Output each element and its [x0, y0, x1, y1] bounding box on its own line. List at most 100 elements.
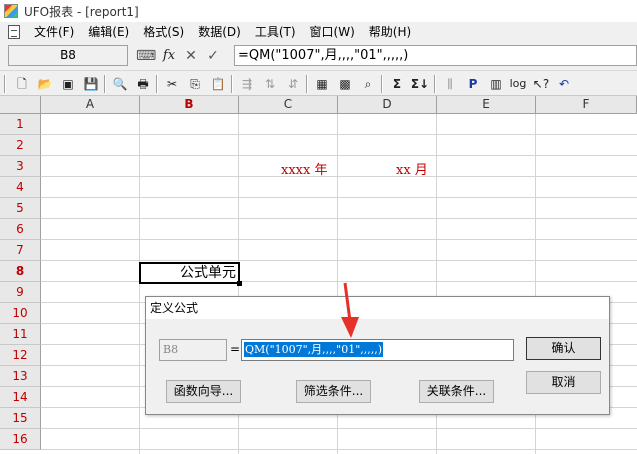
formula-bar: B8 ⌨ fx ✕ ✓ =QM("1007",月,,,,"01",,,,,) — [0, 43, 637, 69]
title-bar: UFO报表 - [report1] — [0, 0, 637, 22]
row-header[interactable]: 3 — [0, 156, 41, 177]
row-header[interactable]: 7 — [0, 240, 41, 261]
column-header-c[interactable]: C — [239, 96, 338, 114]
function-wizard-button[interactable]: 函数向导... — [166, 380, 241, 403]
undo-icon[interactable]: ↶ — [554, 74, 574, 94]
new-file-icon[interactable]: 🗋 — [12, 74, 32, 94]
grid-line — [41, 260, 637, 261]
cell-b8-selected[interactable]: 公式单元 — [139, 262, 242, 286]
relation-condition-button[interactable]: 关联条件... — [419, 380, 494, 403]
row-header[interactable]: 4 — [0, 177, 41, 198]
toolbar-separator — [381, 75, 383, 93]
column-header-b[interactable]: B — [140, 96, 239, 114]
save-icon[interactable]: 💾 — [81, 74, 101, 94]
p-icon[interactable]: P — [463, 74, 483, 94]
menu-bar: 文件(F) 编辑(E) 格式(S) 数据(D) 工具(T) 窗口(W) 帮助(H… — [0, 22, 637, 42]
sort-asc-icon[interactable]: ⇅ — [260, 74, 280, 94]
toolbar-separator — [104, 75, 106, 93]
print-preview-icon[interactable]: 🔍 — [110, 74, 130, 94]
grid-line — [41, 239, 637, 240]
menu-file[interactable]: 文件(F) — [27, 22, 81, 42]
grid-line — [41, 218, 637, 219]
equals-sign: = — [230, 342, 241, 356]
grid-line — [41, 197, 637, 198]
menu-window[interactable]: 窗口(W) — [303, 22, 362, 42]
app-icon — [4, 4, 18, 18]
row-header[interactable]: 8 — [0, 261, 41, 282]
grid-line — [41, 428, 637, 429]
dialog-cell-reference: B8 — [159, 339, 227, 361]
sort-desc-icon[interactable]: ⇵ — [283, 74, 303, 94]
fill-handle[interactable] — [237, 281, 242, 286]
toolbar-separator — [4, 75, 6, 93]
cut-icon[interactable]: ✂ — [162, 74, 182, 94]
open-icon[interactable]: ▣ — [58, 74, 78, 94]
formula-input[interactable]: =QM("1007",月,,,,"01",,,,,) — [234, 45, 637, 66]
row-header[interactable]: 15 — [0, 408, 41, 429]
row-header[interactable]: 6 — [0, 219, 41, 240]
column-header-f[interactable]: F — [536, 96, 637, 114]
paste-icon[interactable]: 📋 — [208, 74, 228, 94]
cell-reference-box[interactable]: B8 — [8, 45, 128, 66]
sum-icon[interactable]: Σ — [387, 74, 407, 94]
row-header[interactable]: 1 — [0, 114, 41, 135]
bars-icon[interactable]: ▥ — [486, 74, 506, 94]
menu-format[interactable]: 格式(S) — [136, 22, 191, 42]
row-header[interactable]: 16 — [0, 429, 41, 450]
column-header-a[interactable]: A — [41, 96, 140, 114]
print-icon[interactable]: 🖶 — [133, 74, 153, 94]
annotation-arrow-icon — [341, 282, 359, 338]
row-header[interactable]: 11 — [0, 324, 41, 345]
toolbar-separator — [306, 75, 308, 93]
confirm-button[interactable]: 确认 — [526, 337, 601, 360]
formula-text-field[interactable]: QM("1007",月,,,,"01",,,,,) — [241, 339, 514, 361]
row-header[interactable]: 12 — [0, 345, 41, 366]
grid-icon[interactable]: ▩ — [335, 74, 355, 94]
sum-down-icon[interactable]: Σ↓ — [410, 74, 430, 94]
cancel-icon[interactable]: ✕ — [182, 47, 200, 65]
row-header[interactable]: 14 — [0, 387, 41, 408]
toolbar: 🗋 📂 ▣ 💾 🔍 🖶 ✂ ⎘ 📋 ⇶ ⇅ ⇵ ▦ ▩ ⌕ Σ Σ↓ ⫼ P ▥… — [0, 70, 637, 96]
filter-condition-button[interactable]: 筛选条件... — [296, 380, 371, 403]
cell-b8-text: 公式单元 — [180, 265, 236, 281]
menu-help[interactable]: 帮助(H) — [362, 22, 418, 42]
open-folder-icon[interactable]: 📂 — [35, 74, 55, 94]
toolbar-separator — [156, 75, 158, 93]
find-icon[interactable]: ⌕ — [358, 74, 378, 94]
row-header[interactable]: 13 — [0, 366, 41, 387]
grid-corner[interactable] — [0, 96, 41, 114]
row-header[interactable]: 10 — [0, 303, 41, 324]
toolbar-separator — [231, 75, 233, 93]
cell-c3-year[interactable]: xxxx 年 — [281, 159, 327, 178]
chart-icon[interactable]: ⫼ — [440, 74, 460, 94]
cancel-button[interactable]: 取消 — [526, 371, 601, 394]
accept-icon[interactable]: ✓ — [204, 47, 222, 65]
menu-data[interactable]: 数据(D) — [191, 22, 248, 42]
grid-line — [41, 449, 637, 450]
help-pointer-icon[interactable]: ↖? — [531, 74, 551, 94]
define-formula-dialog: 定义公式 B8 = QM("1007",月,,,,"01",,,,,) 确认 取… — [145, 296, 610, 415]
toolbar-separator — [434, 75, 436, 93]
merge-cells-icon[interactable]: ⇶ — [237, 74, 257, 94]
row-header[interactable]: 2 — [0, 135, 41, 156]
copy-icon[interactable]: ⎘ — [185, 74, 205, 94]
document-icon[interactable] — [8, 25, 20, 39]
column-header-d[interactable]: D — [338, 96, 437, 114]
row-header[interactable]: 9 — [0, 282, 41, 303]
menu-edit[interactable]: 编辑(E) — [81, 22, 136, 42]
row-header[interactable]: 5 — [0, 198, 41, 219]
keyboard-icon[interactable]: ⌨ — [136, 47, 156, 65]
grid-line — [41, 155, 637, 156]
log-icon[interactable]: log — [508, 74, 528, 94]
window-title: UFO报表 - [report1] — [24, 4, 139, 19]
fx-icon[interactable]: fx — [160, 47, 178, 65]
formula-selected-text: QM("1007",月,,,,"01",,,,,) — [244, 342, 384, 357]
grid-line — [139, 114, 140, 454]
column-header-e[interactable]: E — [437, 96, 536, 114]
menu-tools[interactable]: 工具(T) — [248, 22, 303, 42]
table-icon[interactable]: ▦ — [312, 74, 332, 94]
dialog-title: 定义公式 — [146, 297, 609, 319]
cell-d3-month[interactable]: xx 月 — [396, 159, 428, 178]
grid-line — [41, 134, 637, 135]
grid-line — [41, 176, 637, 177]
